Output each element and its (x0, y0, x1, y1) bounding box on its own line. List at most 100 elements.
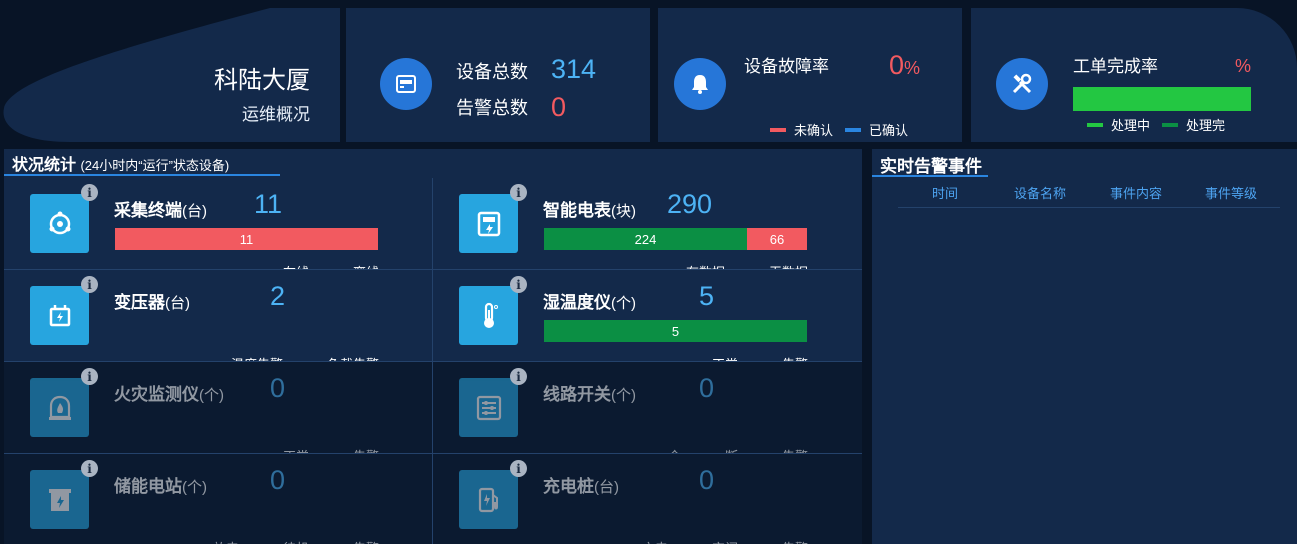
workorder-card: 工单完成率 % 处理中 处理完 (971, 8, 1297, 142)
charger-icon (459, 470, 518, 529)
status-cell[interactable]: 智能电表(块)29022466有数据无数据i (433, 178, 862, 280)
status-cell-count: 2 (270, 281, 286, 311)
alarm-total-value: 0 (551, 92, 567, 122)
status-cell-content: 储能电站(个) 0 放电 待机 告警 (4, 454, 433, 544)
status-cell-content: 火灾监测仪(个)0正常告警 (4, 362, 433, 464)
tools-icon (996, 58, 1048, 110)
status-cell[interactable]: 变压器(台)2温度告警负载告警i (4, 270, 433, 372)
status-cell[interactable]: 线路开关(个)0合断告警i (433, 362, 862, 464)
workorder-progress-track (1073, 87, 1251, 111)
bar-segment: 224 (544, 228, 748, 250)
status-cell-bar: 224 66 (544, 228, 807, 250)
device-icon (380, 58, 432, 110)
status-cell-bar: 5 (544, 320, 807, 342)
status-cell-count: 0 (699, 465, 715, 495)
alarm-col-time[interactable]: 时间 (932, 183, 958, 202)
alarm-col-content[interactable]: 事件内容 (1110, 183, 1162, 202)
switch-icon (459, 378, 518, 437)
status-cell-count: 0 (699, 373, 715, 403)
legend-label: 告警 (782, 538, 808, 544)
legend-swatch (1087, 122, 1103, 127)
status-cell-content: 智能电表(块)29022466有数据无数据 (433, 178, 862, 280)
transformer-icon (30, 286, 89, 345)
legend-label: 空闲 (712, 538, 738, 544)
legend-swatch (770, 127, 786, 132)
info-icon[interactable]: i (81, 184, 98, 201)
workorder-label: 工单完成率 (1073, 57, 1158, 76)
alarm-title: 实时告警事件 (880, 157, 982, 176)
status-cell-name: 采集终端(台) (114, 201, 207, 220)
status-cell-count: 0 (270, 373, 286, 403)
legend-label: 告警 (353, 538, 379, 544)
status-cell[interactable]: 湿温度仪(个)55正常告警i (433, 270, 862, 372)
legend-label: 放电 (213, 538, 239, 544)
collector-icon (30, 194, 89, 253)
bar-segment: 11 (115, 228, 378, 250)
status-title: 状况统计 (24小时内“运行”状态设备) (12, 157, 230, 174)
status-cell-legend: 充电 空闲 告警 (598, 538, 808, 544)
legend-swatch (845, 127, 862, 132)
fire-monitor-icon (30, 378, 89, 437)
status-cell-name: 储能电站(个) (114, 477, 207, 496)
device-totals-card: 设备总数 314 告警总数 0 (346, 8, 650, 142)
alarm-table-divider (898, 207, 1280, 208)
meter-icon (459, 194, 518, 253)
info-icon[interactable]: i (510, 184, 527, 201)
status-cell[interactable]: 火灾监测仪(个)0正常告警i (4, 362, 433, 464)
status-cell-content: 变压器(台)2温度告警负载告警 (4, 270, 433, 372)
status-cell-name: 充电桩(台) (543, 477, 619, 496)
info-icon[interactable]: i (510, 368, 527, 385)
fault-rate-label: 设备故障率 (744, 57, 829, 76)
dashboard: 科陆大厦 运维概况 设备总数 314 告警总数 0 设备故障率 0% 未确认 已… (0, 0, 1297, 544)
device-total-value: 314 (551, 54, 597, 84)
status-cell-legend: 放电 待机 告警 (169, 538, 379, 544)
info-icon[interactable]: i (510, 460, 527, 477)
status-cell-count: 11 (254, 189, 283, 219)
alarm-col-level[interactable]: 事件等级 (1205, 183, 1257, 202)
status-cell-content: 湿温度仪(个)55正常告警 (433, 270, 862, 372)
status-cell[interactable]: 采集终端(台)1111在线离线i (4, 178, 433, 280)
building-title-block: 科陆大厦 运维概况 (0, 8, 340, 142)
alarm-total-label: 告警总数 (456, 98, 528, 118)
legend-label: 未确认 (794, 123, 834, 138)
status-cell-name: 湿温度仪(个) (543, 293, 636, 312)
legend-label: 处理完 (1186, 118, 1226, 133)
thermometer-icon (459, 286, 518, 345)
bell-icon (674, 58, 726, 110)
info-icon[interactable]: i (81, 368, 98, 385)
status-cell-name: 火灾监测仪(个) (114, 385, 224, 404)
info-icon[interactable]: i (510, 276, 527, 293)
bar-segment: 66 (747, 228, 807, 250)
status-cell-count: 290 (667, 189, 713, 219)
status-cell-name: 智能电表(块) (543, 201, 636, 220)
status-cell[interactable]: 储能电站(个) 0 放电 待机 告警 i (4, 454, 433, 544)
status-cell-bar: 11 (115, 228, 378, 250)
status-cell-name: 变压器(台) (114, 293, 190, 312)
building-subtitle: 运维概况 (242, 105, 310, 124)
status-cell-name: 线路开关(个) (543, 385, 636, 404)
status-title-underline (4, 174, 280, 176)
legend-label: 充电 (642, 538, 668, 544)
info-icon[interactable]: i (81, 276, 98, 293)
alarm-col-device[interactable]: 设备名称 (1014, 183, 1066, 202)
status-cell-content: 线路开关(个)0合断告警 (433, 362, 862, 464)
fault-legend: 未确认 已确认 (758, 120, 908, 139)
legend-label: 已确认 (869, 123, 909, 138)
grid-divider (4, 361, 862, 362)
grid-divider (4, 453, 862, 454)
info-icon[interactable]: i (81, 460, 98, 477)
legend-label: 待机 (283, 538, 309, 544)
status-cell-count: 0 (270, 465, 286, 495)
status-cell-content: 充电桩(台) 0 充电 空闲 告警 (433, 454, 862, 544)
bar-segment: 5 (544, 320, 807, 342)
alarm-title-underline (872, 175, 988, 177)
workorder-progress-fill (1073, 87, 1251, 111)
status-cell[interactable]: 充电桩(台) 0 充电 空闲 告警 i (433, 454, 862, 544)
status-cell-count: 5 (699, 281, 715, 311)
alarm-panel (872, 149, 1297, 544)
workorder-legend: 处理中 处理完 (1087, 115, 1225, 134)
fault-rate-value: 0% (889, 50, 921, 80)
grid-divider (4, 269, 862, 270)
legend-label: 处理中 (1111, 118, 1151, 133)
building-name: 科陆大厦 (214, 67, 310, 94)
